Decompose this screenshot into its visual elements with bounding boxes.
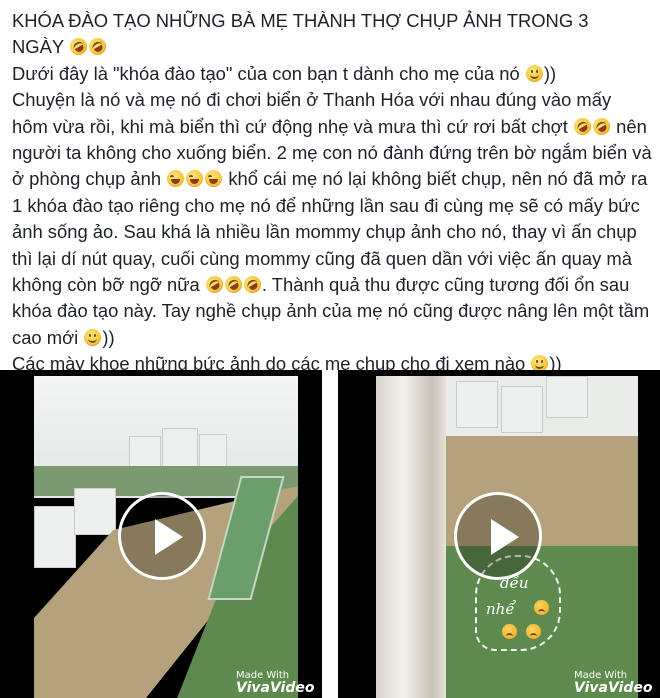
confused-emoji-icon — [526, 624, 541, 639]
rofl-emoji — [66, 35, 91, 59]
building-image — [501, 386, 543, 433]
watermark: Made With VivaVideo — [236, 670, 314, 696]
rofl-emoji — [240, 272, 265, 297]
watermark-brand: VivaVideo — [236, 680, 315, 696]
confused-emoji-icon — [502, 624, 517, 639]
smile-emoji — [525, 64, 543, 82]
paragraph-1-text: Dưới đây là "khóa đào tạo" của con bạn t… — [12, 62, 520, 84]
paragraph-2-text-a: Chuyện là nó và mẹ nó đi chơi biển ở Tha… — [12, 89, 612, 137]
paragraph-1-end: )) — [543, 62, 557, 84]
rofl-emoji — [202, 272, 227, 297]
title-line-2: NGÀY — [12, 36, 64, 58]
post-title-2: NGÀY — [12, 34, 652, 60]
grin-squint-emoji — [205, 170, 223, 188]
rofl-emoji — [221, 272, 246, 297]
building-image — [546, 376, 588, 418]
play-button-icon[interactable] — [118, 492, 206, 580]
rofl-emoji — [589, 114, 614, 138]
grin-squint-emoji — [186, 170, 204, 188]
building-image — [199, 434, 227, 468]
rofl-emoji — [85, 35, 110, 59]
confused-emoji-icon — [534, 600, 549, 615]
building-image — [456, 381, 498, 428]
handwriting-2: nhể — [486, 600, 515, 618]
paragraph-2: Chuyện là nó và mẹ nó đi chơi biển ở Tha… — [12, 87, 652, 351]
building-image — [34, 506, 76, 568]
watermark-brand: VivaVideo — [574, 680, 653, 696]
paragraph-1: Dưới đây là "khóa đào tạo" của con bạn t… — [12, 61, 652, 87]
curtain-image — [376, 376, 446, 698]
post-text: KHÓA ĐÀO TẠO NHỮNG BÀ MẸ THÀNH THỢ CHỤP … — [12, 8, 652, 378]
grin-squint-emoji — [167, 170, 185, 188]
play-button-icon[interactable] — [454, 492, 542, 580]
smile-emoji — [84, 328, 102, 346]
watermark: Made With VivaVideo — [574, 670, 652, 696]
paragraph-2-end: )) — [102, 326, 115, 348]
building-image — [74, 488, 116, 535]
title-line-1: KHÓA ĐÀO TẠO NHỮNG BÀ MẸ THÀNH THỢ CHỤP … — [12, 10, 589, 31]
post-title: KHÓA ĐÀO TẠO NHỮNG BÀ MẸ THÀNH THỢ CHỤP … — [12, 8, 652, 34]
rofl-emoji — [570, 114, 595, 138]
